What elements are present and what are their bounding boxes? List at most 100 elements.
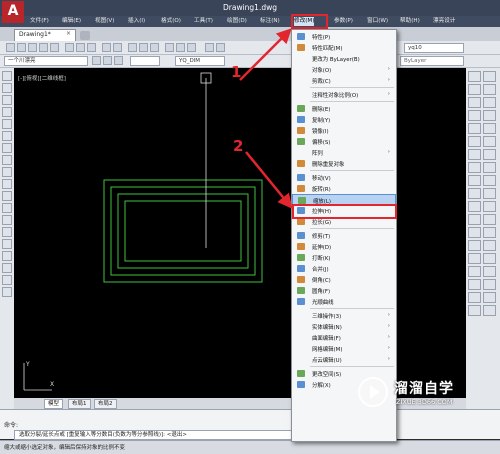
menu-view[interactable]: 视图(V): [95, 17, 114, 26]
menu-design[interactable]: 漂亮设计: [433, 17, 455, 26]
menu-draw[interactable]: 绘图(D): [227, 17, 247, 26]
menu-item-23[interactable]: 打断(K): [292, 252, 396, 263]
menu-item-16[interactable]: 旋转(R): [292, 183, 396, 194]
mirror-tool-icon[interactable]: [468, 97, 481, 108]
stretch-tool-icon[interactable]: [468, 175, 481, 186]
scale-tool-icon[interactable]: [468, 162, 481, 173]
tab-close-icon[interactable]: ×: [66, 30, 71, 37]
rect-outer[interactable]: [103, 179, 263, 283]
menu-help[interactable]: 帮助(H): [400, 17, 420, 26]
trim-tool-icon[interactable]: [468, 188, 481, 199]
menu-item-8[interactable]: 删除(E): [292, 103, 396, 114]
app-logo-icon[interactable]: A: [2, 1, 24, 23]
fillet-tool-icon[interactable]: [468, 253, 481, 264]
properties-toolbar-icon[interactable]: [165, 43, 174, 52]
menu-window[interactable]: 窗口(W): [367, 17, 388, 26]
copy-tool-icon[interactable]: [468, 84, 481, 95]
menu-item-35[interactable]: 更改空间(S): [292, 368, 396, 379]
rectangle-tool-icon[interactable]: [2, 119, 12, 129]
menu-item-4[interactable]: 剪裁(C) ›: [292, 75, 396, 86]
menu-item-21[interactable]: 修剪(T): [292, 230, 396, 241]
array-tool-icon[interactable]: [468, 123, 481, 134]
layer-previous-icon[interactable]: [114, 56, 123, 65]
spline-tool-icon[interactable]: [2, 167, 12, 177]
dimupdate-tool-icon[interactable]: [483, 305, 496, 316]
qdim-tool-icon[interactable]: [483, 162, 496, 173]
dimcontinue-tool-icon[interactable]: [483, 188, 496, 199]
table-tool-icon[interactable]: [2, 275, 12, 285]
menu-item-9[interactable]: 复制(Y): [292, 114, 396, 125]
menu-item-10[interactable]: 镜像(I): [292, 125, 396, 136]
color-dropdown[interactable]: [130, 56, 160, 66]
point-tool-icon[interactable]: [2, 227, 12, 237]
menu-item-1[interactable]: 特性匹配(M): [292, 42, 396, 53]
dimordinate-tool-icon[interactable]: [483, 110, 496, 121]
viewport-controls[interactable]: [-][俯视][二维线框]: [18, 74, 66, 82]
dimangular-tool-icon[interactable]: [483, 149, 496, 160]
linetype-dropdown[interactable]: ByLayer: [400, 56, 464, 66]
user-field[interactable]: yq10: [404, 43, 464, 53]
make-block-icon[interactable]: [2, 215, 12, 225]
explode-tool-icon[interactable]: [468, 266, 481, 277]
rect-inner[interactable]: [124, 200, 242, 262]
xline-tool-icon[interactable]: [2, 83, 12, 93]
print-icon[interactable]: [50, 43, 59, 52]
rotate-tool-icon[interactable]: [468, 149, 481, 160]
menu-item-29[interactable]: 三维操作(3) ›: [292, 310, 396, 321]
dimbaseline-tool-icon[interactable]: [483, 175, 496, 186]
menu-item-31[interactable]: 曲面编辑(F) ›: [292, 332, 396, 343]
menu-item-27[interactable]: 光顺曲线: [292, 296, 396, 307]
undo-icon[interactable]: [102, 43, 111, 52]
menu-item-3[interactable]: 对象(O) ›: [292, 64, 396, 75]
menu-tools[interactable]: 工具(T): [194, 17, 213, 26]
dimbreak-tool-icon[interactable]: [483, 214, 496, 225]
redo-icon[interactable]: [113, 43, 122, 52]
menu-item-11[interactable]: 偏移(S): [292, 136, 396, 147]
cut-icon[interactable]: [65, 43, 74, 52]
polyline-tool-icon[interactable]: [2, 95, 12, 105]
paste-icon[interactable]: [87, 43, 96, 52]
layer-dropdown[interactable]: 一个川漂亮: [4, 56, 88, 66]
break-tool-icon[interactable]: [468, 214, 481, 225]
menu-item-32[interactable]: 网格编辑(M) ›: [292, 343, 396, 354]
menu-dimension[interactable]: 标注(N): [260, 17, 280, 26]
dimstyle-dropdown[interactable]: YQ_DIM: [175, 56, 225, 66]
dimlinear-tool-icon[interactable]: [483, 71, 496, 82]
region-tool-icon[interactable]: [2, 263, 12, 273]
dimdiameter-tool-icon[interactable]: [483, 136, 496, 147]
layer-state-icon[interactable]: [103, 56, 112, 65]
menu-item-2[interactable]: 更改为 ByLayer(B): [292, 53, 396, 64]
menu-format[interactable]: 格式(O): [161, 17, 181, 26]
dimtedit-tool-icon[interactable]: [483, 292, 496, 303]
mtext-tool-icon[interactable]: [2, 287, 12, 297]
tab-model[interactable]: 模型: [44, 399, 64, 409]
menu-item-15[interactable]: 移动(V): [292, 172, 396, 183]
menu-item-6[interactable]: 注释性对象比例(O) ›: [292, 89, 396, 100]
center-mark-tool-icon[interactable]: [483, 240, 496, 251]
tool-palette-icon[interactable]: [187, 43, 196, 52]
menu-file[interactable]: 文件(F): [30, 17, 49, 26]
rect-second[interactable]: [110, 186, 256, 276]
tolerance-tool-icon[interactable]: [483, 227, 496, 238]
layer-tool-icon[interactable]: [468, 292, 481, 303]
circle-tool-icon[interactable]: [2, 143, 12, 153]
tab-layout2[interactable]: 布局2: [94, 399, 117, 409]
menu-item-26[interactable]: 圆角(F): [292, 285, 396, 296]
insert-block-icon[interactable]: [2, 203, 12, 213]
offset-tool-icon[interactable]: [468, 110, 481, 121]
menu-item-24[interactable]: 合并(J): [292, 263, 396, 274]
new-tab-button[interactable]: [80, 31, 90, 40]
polygon-tool-icon[interactable]: [2, 107, 12, 117]
ellipse-arc-tool-icon[interactable]: [2, 191, 12, 201]
calculator-icon[interactable]: [205, 43, 214, 52]
menu-item-33[interactable]: 点云编辑(U) ›: [292, 354, 396, 365]
chamfer-tool-icon[interactable]: [468, 240, 481, 251]
palette-tool-icon[interactable]: [468, 279, 481, 290]
join-tool-icon[interactable]: [468, 227, 481, 238]
zoom-window-icon[interactable]: [150, 43, 159, 52]
copy-clip-icon[interactable]: [76, 43, 85, 52]
gradient-tool-icon[interactable]: [2, 251, 12, 261]
new-file-icon[interactable]: [6, 43, 15, 52]
menu-item-30[interactable]: 实体编辑(N) ›: [292, 321, 396, 332]
menu-edit[interactable]: 编辑(E): [62, 17, 81, 26]
